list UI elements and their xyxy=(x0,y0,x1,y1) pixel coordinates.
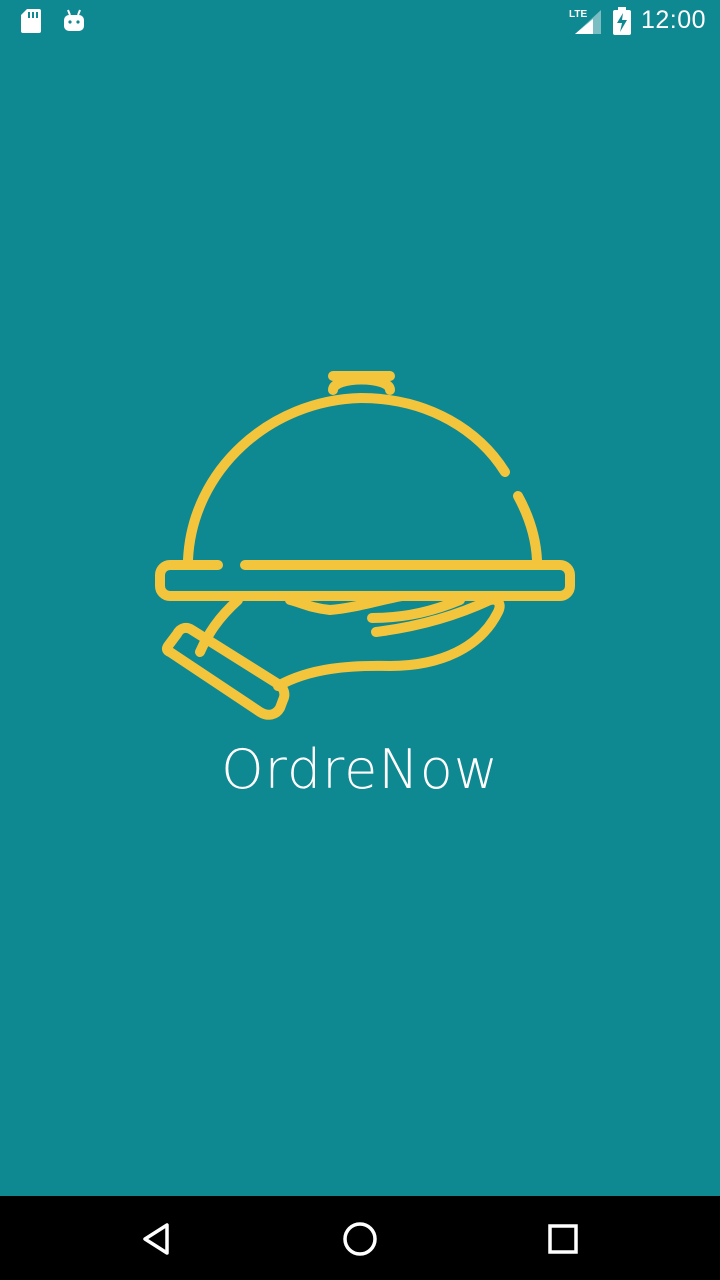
status-clock: 12:00 xyxy=(640,6,706,34)
recents-icon xyxy=(548,1224,578,1254)
notification-icons xyxy=(20,8,86,34)
android-debug-icon xyxy=(64,9,84,31)
system-icons: LTE 12:00 xyxy=(569,6,706,35)
recents-button[interactable] xyxy=(538,1214,588,1264)
svg-text:LTE: LTE xyxy=(569,9,587,20)
app-name-title: OrdreNow xyxy=(221,738,499,801)
sd-card-icon xyxy=(21,9,41,33)
cloche-serving-hand-icon xyxy=(155,371,575,720)
status-bar: LTE 12:00 xyxy=(0,0,720,48)
home-button[interactable] xyxy=(335,1214,385,1264)
home-icon xyxy=(343,1222,377,1256)
back-icon xyxy=(143,1223,169,1255)
splash-screen: LTE 12:00 OrdreNow xyxy=(0,0,720,1280)
lte-signal-icon: LTE xyxy=(569,9,601,34)
navigation-bar xyxy=(0,1196,720,1280)
battery-charging-icon xyxy=(612,6,631,35)
back-button[interactable] xyxy=(132,1214,182,1264)
